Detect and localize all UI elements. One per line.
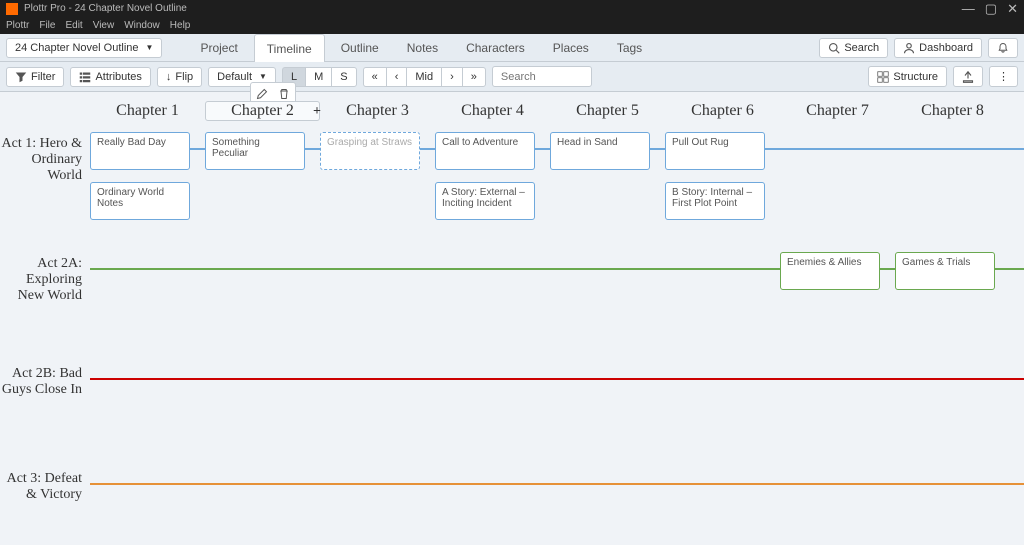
timeline-grid: Chapter 1 Chapter 2 + Chapter 3 Chapter …	[0, 96, 1024, 545]
scene-card[interactable]: B Story: Internal – First Plot Point	[665, 182, 765, 220]
plotline	[90, 483, 1024, 485]
app-logo	[6, 3, 18, 15]
search-input[interactable]	[492, 66, 592, 87]
more-button[interactable]: ⋮	[989, 66, 1018, 87]
nav-next[interactable]: ›	[441, 67, 462, 87]
zoom-small[interactable]: S	[331, 67, 356, 87]
menu-window[interactable]: Window	[124, 18, 160, 34]
scene-card[interactable]: Enemies & Allies	[780, 252, 880, 290]
export-icon	[962, 71, 974, 83]
plotline	[90, 378, 1024, 380]
row-label[interactable]: Act 1: Hero & Ordinary World	[0, 136, 86, 184]
tab-characters[interactable]: Characters	[454, 34, 537, 62]
menu-plottr[interactable]: Plottr	[6, 18, 29, 34]
chapter-header[interactable]: Chapter 8	[895, 102, 1010, 120]
tabbar: 24 Chapter Novel Outline ▼ Project Timel…	[0, 34, 1024, 62]
window-title: Plottr Pro - 24 Chapter Novel Outline	[24, 0, 187, 18]
chapter-header[interactable]: Chapter 6	[665, 102, 780, 120]
window-titlebar: Plottr Pro - 24 Chapter Novel Outline — …	[0, 0, 1024, 18]
row-label[interactable]: Act 3: Defeat & Victory	[0, 471, 86, 503]
template-selector[interactable]: 24 Chapter Novel Outline ▼	[6, 38, 162, 58]
chapter-header[interactable]: Chapter 3	[320, 102, 435, 120]
nav-last[interactable]: »	[462, 67, 486, 87]
maximize-button[interactable]: ▢	[985, 0, 997, 18]
filter-button[interactable]: Filter	[6, 67, 64, 87]
structure-icon	[877, 71, 889, 83]
scene-card[interactable]: Something Peculiar	[205, 132, 305, 170]
menu-help[interactable]: Help	[170, 18, 191, 34]
row-label[interactable]: Act 2B: Bad Guys Close In	[0, 366, 86, 398]
timeline-row: Act 3: Defeat & Victory	[0, 461, 1024, 545]
chapter-header-row: Chapter 1 Chapter 2 + Chapter 3 Chapter …	[0, 96, 1024, 126]
scene-card[interactable]: Really Bad Day	[90, 132, 190, 170]
scene-card[interactable]: Head in Sand	[550, 132, 650, 170]
scene-card[interactable]: Call to Adventure	[435, 132, 535, 170]
menu-file[interactable]: File	[39, 18, 55, 34]
minimize-button[interactable]: —	[962, 0, 975, 18]
scene-card[interactable]: Ordinary World Notes	[90, 182, 190, 220]
scene-card[interactable]: Pull Out Rug	[665, 132, 765, 170]
nav-mid[interactable]: Mid	[406, 67, 441, 87]
bell-icon	[997, 42, 1009, 54]
tab-tags[interactable]: Tags	[605, 34, 654, 62]
row-label[interactable]: Act 2A: Exploring New World	[0, 256, 86, 304]
filter-icon	[15, 71, 27, 83]
search-button[interactable]: Search	[819, 38, 888, 58]
tab-places[interactable]: Places	[541, 34, 601, 62]
export-button[interactable]	[953, 66, 983, 87]
template-label: 24 Chapter Novel Outline	[15, 42, 139, 54]
structure-button[interactable]: Structure	[868, 66, 947, 87]
chapter-header[interactable]: Chapter 1	[90, 102, 205, 120]
tab-project[interactable]: Project	[188, 34, 249, 62]
attributes-button[interactable]: Attributes	[70, 67, 150, 87]
timeline-row: Act 2B: Bad Guys Close In	[0, 356, 1024, 461]
close-button[interactable]: ✕	[1007, 0, 1018, 18]
zoom-medium[interactable]: M	[305, 67, 331, 87]
toolbar: Filter Attributes ↓ Flip Default ▼ L M S…	[0, 62, 1024, 92]
scene-card[interactable]: Grasping at Straws	[320, 132, 420, 170]
chapter-header[interactable]: Chapter 2 +	[205, 101, 320, 121]
tab-outline[interactable]: Outline	[329, 34, 391, 62]
tab-timeline[interactable]: Timeline	[254, 34, 325, 62]
menu-view[interactable]: View	[93, 18, 115, 34]
search-icon	[828, 42, 840, 54]
scene-card[interactable]: A Story: External – Inciting Incident	[435, 182, 535, 220]
timeline-row: Act 1: Hero & Ordinary World Really Bad …	[0, 126, 1024, 246]
arrow-down-icon: ↓	[166, 71, 172, 83]
tab-notes[interactable]: Notes	[395, 34, 450, 62]
nav-group: « ‹ Mid › »	[363, 67, 486, 87]
list-icon	[79, 71, 91, 83]
chapter-header[interactable]: Chapter 7	[780, 102, 895, 120]
chevron-down-icon: ▼	[146, 43, 154, 52]
notifications-button[interactable]	[988, 38, 1018, 58]
timeline-row: Act 2A: Exploring New World Enemies & Al…	[0, 246, 1024, 356]
kebab-icon: ⋮	[998, 70, 1009, 83]
chapter-header[interactable]: Chapter 5	[550, 102, 665, 120]
menu-edit[interactable]: Edit	[65, 18, 82, 34]
user-icon	[903, 42, 915, 54]
nav-prev[interactable]: ‹	[386, 67, 407, 87]
chapter-header[interactable]: Chapter 4	[435, 102, 550, 120]
dashboard-button[interactable]: Dashboard	[894, 38, 982, 58]
chevron-down-icon: ▼	[259, 72, 267, 81]
menubar: Plottr File Edit View Window Help	[0, 18, 1024, 34]
scene-card[interactable]: Games & Trials	[895, 252, 995, 290]
nav-first[interactable]: «	[363, 67, 386, 87]
flip-button[interactable]: ↓ Flip	[157, 67, 202, 87]
